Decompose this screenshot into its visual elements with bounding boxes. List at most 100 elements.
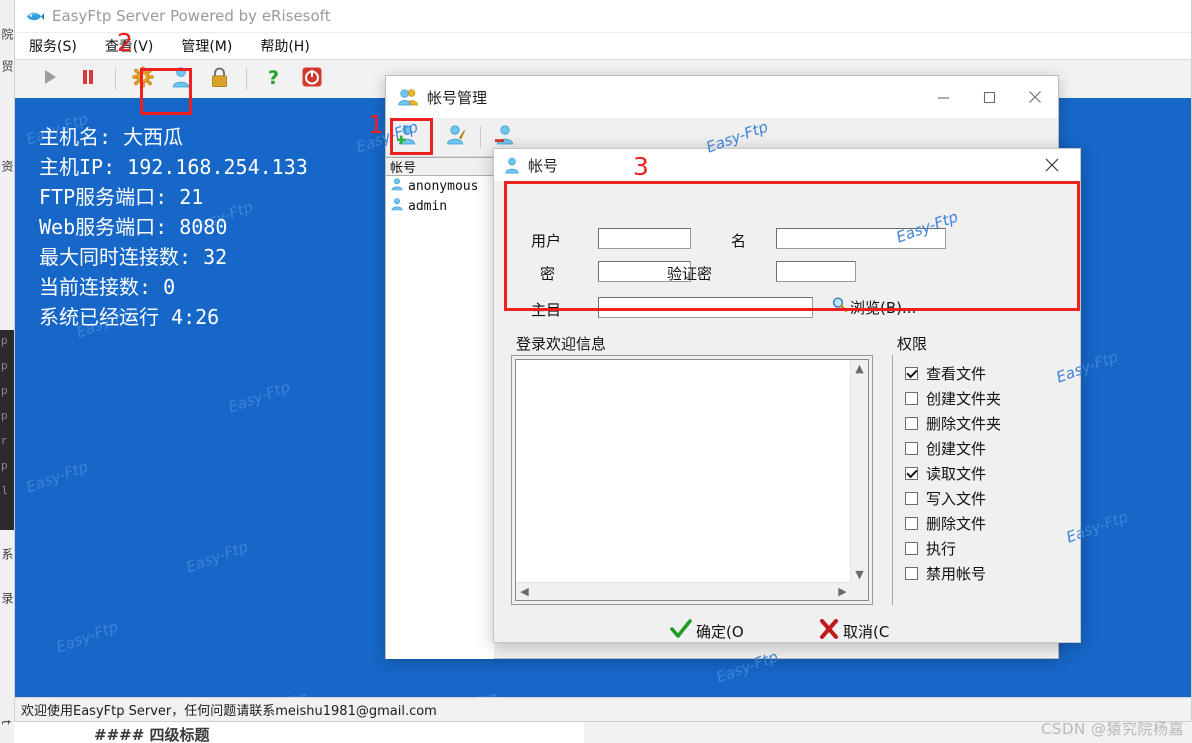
ok-button-label: 确定(O bbox=[696, 623, 744, 641]
help-button[interactable]: ? bbox=[257, 64, 291, 94]
permission-label: 禁用帐号 bbox=[926, 565, 987, 583]
lock-button[interactable] bbox=[202, 64, 236, 94]
lock-icon bbox=[210, 66, 229, 93]
gutter-char: p bbox=[1, 336, 8, 348]
markdown-preview-behind: #### 四级标题 bbox=[14, 722, 584, 743]
panel-watermark: Easy-Ftp bbox=[23, 457, 91, 497]
permission-item-write-file[interactable]: 写入文件 bbox=[893, 486, 1062, 511]
question-icon: ? bbox=[266, 66, 283, 93]
panel-watermark: Easy-Ftp bbox=[434, 688, 501, 697]
dialog-actions: 确定(O 取消(C bbox=[494, 611, 1080, 651]
start-button[interactable] bbox=[33, 64, 67, 94]
app-statusbar: 欢迎使用EasyFtp Server，任何问题请联系meishu1981@gma… bbox=[15, 697, 1191, 721]
panel-watermark: Easy-Ftp bbox=[183, 537, 251, 577]
permission-item-disable-account[interactable]: 禁用帐号 bbox=[893, 561, 1062, 586]
info-uptime: 系统已经运行 4:26 bbox=[39, 305, 220, 329]
panel-watermark: Easy-Ftp bbox=[244, 688, 311, 697]
gutter-char: p bbox=[1, 461, 8, 473]
left-panel-bottom: 系 录 t bbox=[0, 530, 14, 743]
permission-label: 查看文件 bbox=[926, 365, 987, 383]
horizontal-scrollbar[interactable]: ◀ ▶ bbox=[516, 582, 851, 600]
checkbox-icon[interactable] bbox=[905, 542, 918, 555]
checkbox-checked-icon[interactable] bbox=[905, 467, 918, 480]
left-panel-top: 院 贸 资 bbox=[0, 0, 14, 330]
permission-label: 写入文件 bbox=[926, 490, 987, 508]
svg-text:?: ? bbox=[268, 67, 279, 88]
checkbox-icon[interactable] bbox=[905, 442, 918, 455]
gutter-char: r bbox=[1, 436, 8, 448]
panel-watermark: Easy-Ftp bbox=[225, 377, 293, 417]
ok-button[interactable]: 确定(O bbox=[670, 619, 744, 644]
power-icon bbox=[301, 66, 323, 93]
permission-label: 创建文件 bbox=[926, 440, 987, 458]
menu-manage[interactable]: 管理(M) bbox=[181, 36, 232, 56]
checkbox-icon[interactable] bbox=[905, 417, 918, 430]
accounts-button[interactable] bbox=[164, 64, 198, 94]
code-editor-gutter: p p p p r p l bbox=[0, 330, 14, 530]
app-title: EasyFtp Server Powered by eRisesoft bbox=[52, 7, 331, 25]
green-check-icon bbox=[670, 619, 692, 644]
cancel-button[interactable]: 取消(C bbox=[819, 619, 889, 644]
red-x-icon bbox=[819, 619, 839, 644]
checkbox-icon[interactable] bbox=[905, 492, 918, 505]
panel-watermark: Easy-Ftp bbox=[53, 617, 121, 657]
permission-label: 执行 bbox=[926, 540, 957, 558]
power-button[interactable] bbox=[295, 64, 329, 94]
permission-label: 读取文件 bbox=[926, 465, 987, 483]
welcome-message-box: ▲ ▼ ◀ ▶ bbox=[511, 355, 873, 605]
vertical-scrollbar[interactable]: ▲ ▼ bbox=[850, 360, 868, 583]
gutter-char: p bbox=[1, 386, 8, 398]
permissions-label: 权限 bbox=[897, 335, 928, 353]
pause-icon bbox=[81, 69, 95, 90]
welcome-message-textarea[interactable] bbox=[516, 360, 851, 583]
markdown-heading-text: #### 四级标题 bbox=[94, 726, 210, 743]
checkbox-icon[interactable] bbox=[905, 517, 918, 530]
app-menubar: 服务(S) 查看(V) 管理(M) 帮助(H) bbox=[15, 33, 1191, 59]
info-current-conn: 当前连接数: 0 bbox=[39, 275, 176, 299]
permission-item-delete-file[interactable]: 删除文件 bbox=[893, 511, 1062, 536]
permission-item-execute[interactable]: 执行 bbox=[893, 536, 1062, 561]
welcome-message-label: 登录欢迎信息 bbox=[516, 335, 607, 353]
left-vtext-6: t bbox=[0, 720, 13, 725]
scroll-right-icon[interactable]: ▶ bbox=[834, 583, 851, 600]
permission-label: 删除文件夹 bbox=[926, 415, 1002, 433]
gear-icon bbox=[132, 65, 154, 93]
welcome-message-inner: ▲ ▼ ◀ ▶ bbox=[515, 359, 869, 601]
toolbar-separator bbox=[115, 68, 116, 90]
permission-item-delete-folder[interactable]: 删除文件夹 bbox=[893, 411, 1062, 436]
fish-icon bbox=[25, 9, 44, 24]
permission-label: 创建文件夹 bbox=[926, 390, 1002, 408]
scroll-up-icon[interactable]: ▲ bbox=[851, 360, 868, 377]
play-icon bbox=[43, 69, 57, 90]
toolbar-separator bbox=[246, 68, 247, 90]
settings-button[interactable] bbox=[126, 64, 160, 94]
info-ftp-port: FTP服务端口: 21 bbox=[39, 185, 204, 209]
permission-item-create-folder[interactable]: 创建文件夹 bbox=[893, 386, 1062, 411]
checkbox-icon[interactable] bbox=[905, 392, 918, 405]
scroll-left-icon[interactable]: ◀ bbox=[516, 583, 533, 600]
checkbox-checked-icon[interactable] bbox=[905, 367, 918, 380]
menu-view[interactable]: 查看(V) bbox=[105, 36, 154, 56]
checkbox-icon[interactable] bbox=[905, 567, 918, 580]
gutter-char: l bbox=[1, 486, 8, 498]
gutter-char: p bbox=[1, 361, 8, 373]
permission-item-read-file[interactable]: 读取文件 bbox=[893, 461, 1062, 486]
info-host-ip: 主机IP: 192.168.254.133 bbox=[39, 155, 308, 179]
pause-button[interactable] bbox=[71, 64, 105, 94]
info-max-conn: 最大同时连接数: 32 bbox=[39, 245, 228, 269]
app-titlebar: EasyFtp Server Powered by eRisesoft bbox=[15, 0, 1191, 33]
permission-label: 删除文件 bbox=[926, 515, 987, 533]
user-icon bbox=[171, 66, 191, 93]
permissions-list: 查看文件 创建文件夹 删除文件夹 创建文件 读取文件 写入文件 删除文件 执行 … bbox=[892, 355, 1062, 605]
server-info-list: 主机名: 大西瓜 主机IP: 192.168.254.133 FTP服务端口: … bbox=[15, 98, 1191, 332]
cancel-button-label: 取消(C bbox=[843, 623, 890, 641]
info-web-port: Web服务端口: 8080 bbox=[39, 215, 228, 239]
gutter-char: p bbox=[1, 411, 8, 423]
scroll-down-icon[interactable]: ▼ bbox=[851, 566, 868, 583]
permission-item-view-file[interactable]: 查看文件 bbox=[893, 361, 1062, 386]
info-hostname: 主机名: 大西瓜 bbox=[39, 125, 184, 149]
permission-item-create-file[interactable]: 创建文件 bbox=[893, 436, 1062, 461]
menu-service[interactable]: 服务(S) bbox=[29, 36, 77, 56]
status-text: 欢迎使用EasyFtp Server，任何问题请联系meishu1981@gma… bbox=[21, 704, 437, 719]
menu-help[interactable]: 帮助(H) bbox=[260, 36, 309, 56]
